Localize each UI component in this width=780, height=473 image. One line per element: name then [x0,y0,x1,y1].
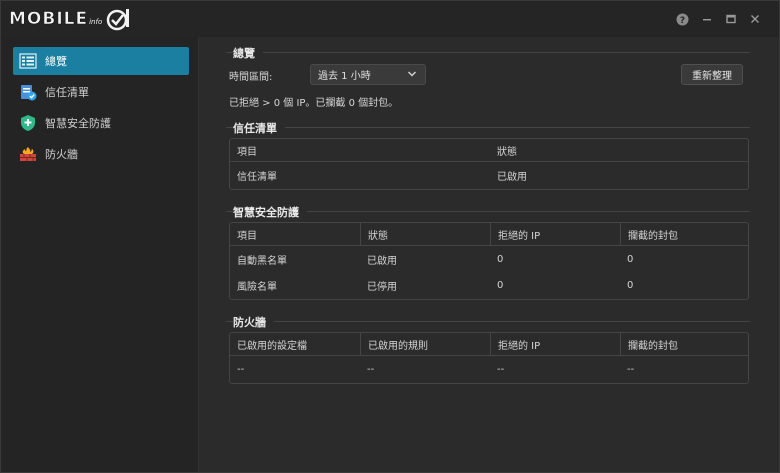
table-row[interactable]: 風險名單 已停用 0 0 [230,272,748,298]
svg-text:?: ? [679,16,684,26]
maximize-button[interactable] [724,12,738,26]
time-range-label: 時間區間: [229,72,273,83]
table-cell: 風險名單 [237,281,277,293]
help-icon: ? [676,13,688,26]
overview-icon [19,52,37,70]
logo-sub: info [89,18,103,26]
time-range-select[interactable]: 過去 1 小時 [310,64,426,85]
maximize-icon [726,14,736,24]
sidebar-item-label: 信任清單 [45,86,89,99]
trust-list-table: 項目 狀態 信任清單 已啟用 [229,138,749,190]
trust-list-title: 信任清單 [233,120,285,136]
table-header: 項目 狀態 拒絕的 IP 攔截的封包 [230,223,748,246]
sidebar-item-overview[interactable]: 總覽 [13,47,189,75]
table-cell: 已啟用 [367,255,397,267]
table-header: 項目 狀態 [230,139,748,162]
refresh-button[interactable]: 重新整理 [681,64,743,85]
firewall-icon [19,145,37,163]
table-cell: -- [497,363,505,375]
column-header: 項目 [237,146,257,158]
close-icon [751,15,759,23]
time-range-value: 過去 1 小時 [318,71,371,82]
table-cell: -- [237,363,245,375]
logo-badge-icon [107,9,130,31]
column-header: 拒絕的 IP [490,333,620,355]
trust-list-icon [19,83,37,101]
table-row[interactable]: 信任清單 已啟用 [230,162,748,188]
sidebar-item-label: 智慧安全防護 [45,117,111,130]
sidebar-item-label: 防火牆 [45,148,78,161]
column-header: 已啟用的規則 [360,333,490,355]
table-cell: 自動黑名單 [237,255,287,267]
column-header: 攔截的封包 [620,333,750,355]
overview-summary: 已拒絕 > 0 個 IP。已攔截 0 個封包。 [229,98,399,109]
close-button[interactable] [748,12,762,26]
table-cell: -- [627,363,635,375]
table-cell: 0 [497,279,504,291]
table-cell: 已啟用 [497,171,527,183]
column-header: 狀態 [360,223,490,245]
firewall-table: 已啟用的設定檔 已啟用的規則 拒絕的 IP 攔截的封包 -- -- -- -- [229,332,749,384]
app-logo: MOBILE info [9,6,130,32]
table-cell: 0 [627,279,634,291]
table-cell: 0 [627,253,634,265]
table-cell: 已停用 [367,281,397,293]
main-panel: 總覽 時間區間: 過去 1 小時 重新整理 已拒絕 > 0 個 IP。已攔截 0… [200,37,779,472]
column-header: 狀態 [497,146,517,158]
sidebar: 總覽 信任清單 智慧安全防護 防火牆 [1,37,199,472]
help-button[interactable]: ? [675,12,689,26]
firewall-title: 防火牆 [233,314,274,330]
chevron-down-icon [407,71,417,77]
sidebar-item-label: 總覽 [45,55,67,68]
minimize-icon [703,19,711,21]
table-header: 已啟用的設定檔 已啟用的規則 拒絕的 IP 攔截的封包 [230,333,748,356]
title-bar: MOBILE info ? [1,1,779,37]
shield-icon [19,114,37,132]
overview-title: 總覽 [233,45,263,61]
smart-protection-table: 項目 狀態 拒絕的 IP 攔截的封包 自動黑名單 已啟用 0 0 風險名單 已停… [229,222,749,300]
table-row[interactable]: 自動黑名單 已啟用 0 0 [230,246,748,272]
column-header: 攔截的封包 [620,223,750,245]
sidebar-item-firewall[interactable]: 防火牆 [13,140,189,168]
logo-text: MOBILE [9,9,89,30]
section-divider [226,127,750,128]
table-cell: 0 [497,253,504,265]
minimize-button[interactable] [700,12,714,26]
sidebar-item-trust-list[interactable]: 信任清單 [13,78,189,106]
column-header: 拒絕的 IP [490,223,620,245]
smart-protection-title: 智慧安全防護 [233,204,307,220]
sidebar-item-smart-protection[interactable]: 智慧安全防護 [13,109,189,137]
table-row[interactable]: -- -- -- -- [230,356,748,382]
section-divider [226,321,750,322]
table-cell: -- [367,363,375,375]
section-divider [226,52,750,53]
column-header: 已啟用的設定檔 [237,340,307,352]
column-header: 項目 [237,230,257,242]
table-cell: 信任清單 [237,171,277,183]
app-window: MOBILE info ? 總覽 信任清單 智慧安全防護 防火牆 總覽 時間區間… [0,0,780,473]
